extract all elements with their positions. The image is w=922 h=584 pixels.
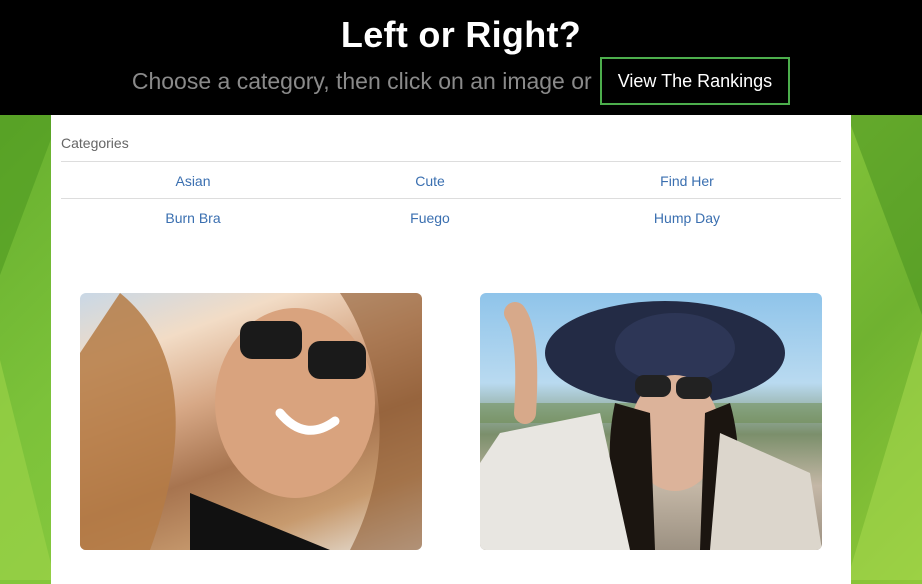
left-image[interactable]	[80, 293, 422, 550]
content-panel: Categories Asian Cute Find Her Burn Bra …	[51, 115, 851, 584]
page-subtitle: Choose a category, then click on an imag…	[131, 67, 592, 94]
categories-label: Categories	[61, 135, 129, 151]
background-facet	[0, 360, 55, 580]
category-link-asian[interactable]: Asian	[63, 173, 323, 189]
background-facet	[847, 330, 922, 580]
page-header: Left or Right? Choose a category, then c…	[0, 0, 922, 115]
view-rankings-button[interactable]: View The Rankings	[599, 57, 791, 105]
divider	[61, 198, 841, 199]
category-link-fuego[interactable]: Fuego	[300, 210, 560, 226]
category-link-find-her[interactable]: Find Her	[557, 173, 817, 189]
category-link-hump-day[interactable]: Hump Day	[557, 210, 817, 226]
category-link-burn-bra[interactable]: Burn Bra	[63, 210, 323, 226]
category-link-cute[interactable]: Cute	[300, 173, 560, 189]
page-title: Left or Right?	[340, 14, 582, 55]
subtitle-row: Choose a category, then click on an imag…	[0, 57, 922, 105]
right-image[interactable]	[480, 293, 822, 550]
divider	[61, 161, 841, 162]
background-facet	[847, 115, 922, 315]
